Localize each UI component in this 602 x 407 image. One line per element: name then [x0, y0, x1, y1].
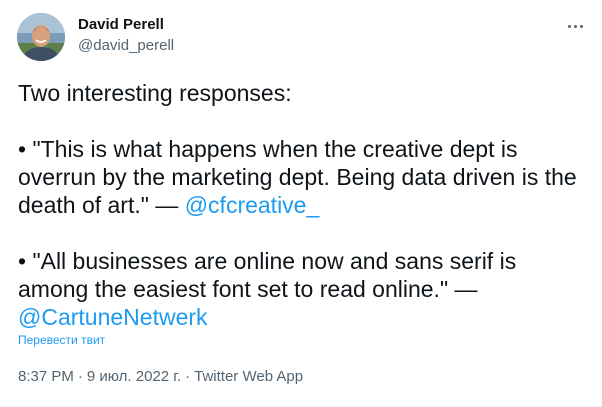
quote1-line1: • "This is what happens when the creativ… [18, 136, 518, 162]
more-options-button[interactable] [560, 14, 590, 38]
tweet-time[interactable]: 8:37 PM [18, 368, 74, 385]
meta-separator: · [185, 368, 191, 385]
author-name[interactable]: David Perell [78, 16, 164, 34]
quote1-line2: overrun by the marketing dept. Being dat… [18, 164, 577, 190]
quote2-line1: • "All businesses are online now and san… [18, 248, 517, 274]
avatar[interactable] [17, 13, 65, 61]
more-horizontal-icon [566, 24, 584, 28]
meta-separator: · [77, 368, 83, 385]
quote2-line3: @CartuneNetwerk [18, 303, 590, 331]
tweet-text: Two interesting responses: • "This is wh… [18, 79, 590, 331]
tweet-intro: Two interesting responses: [18, 80, 292, 106]
quote1-line3: death of art." — @cfcreative_ [18, 191, 590, 219]
mention-cartunenetwerk[interactable]: @CartuneNetwerk [18, 304, 208, 330]
avatar-image [17, 13, 65, 61]
mention-cfcreative[interactable]: @cfcreative_ [185, 192, 320, 218]
quote2-line2: among the easiest font set to read onlin… [18, 276, 478, 302]
quote1-line3-text: death of art." — [18, 192, 185, 218]
translate-tweet-link[interactable]: Перевести твит [18, 333, 105, 347]
author-handle[interactable]: @david_perell [78, 37, 174, 55]
tweet-card: David Perell @david_perell Two interesti… [0, 0, 602, 407]
tweet-date[interactable]: 9 июл. 2022 г. [87, 368, 181, 385]
tweet-meta: 8:37 PM · 9 июл. 2022 г. · Twitter Web App [18, 368, 303, 386]
tweet-source-app[interactable]: Twitter Web App [194, 368, 303, 385]
